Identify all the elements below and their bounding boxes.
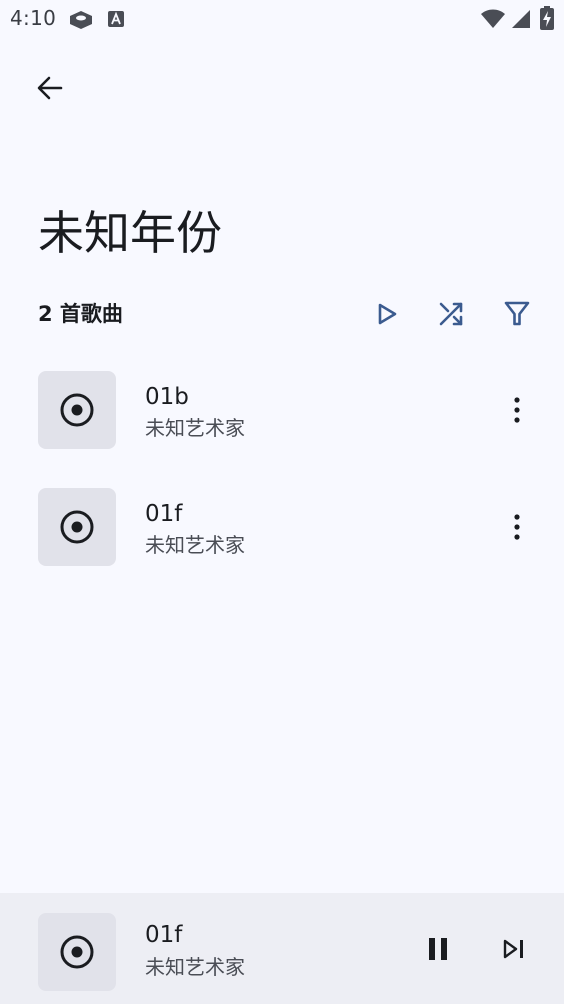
notification-box-icon — [68, 9, 94, 35]
song-count: 2 首歌曲 — [38, 302, 123, 326]
more-vert-icon — [513, 397, 521, 423]
shuffle-button[interactable] — [427, 290, 475, 338]
keyboard-a-icon — [107, 10, 125, 32]
back-button[interactable] — [26, 64, 74, 112]
play-icon — [375, 302, 399, 326]
song-title: 01f — [145, 501, 183, 527]
more-options-button[interactable] — [493, 503, 541, 551]
skip-next-icon — [502, 938, 526, 960]
signal-icon — [510, 8, 532, 34]
page-title: 未知年份 — [38, 206, 222, 260]
song-artist: 未知艺术家 — [145, 533, 245, 557]
arrow-back-icon — [36, 74, 64, 102]
disc-icon — [59, 392, 95, 428]
disc-icon — [59, 934, 95, 970]
play-all-button[interactable] — [363, 290, 411, 338]
skip-next-button[interactable] — [490, 925, 538, 973]
shuffle-icon — [437, 300, 465, 328]
more-options-button[interactable] — [493, 386, 541, 434]
filter-icon — [503, 300, 531, 328]
now-playing-artist: 未知艺术家 — [145, 955, 245, 979]
now-playing-title: 01f — [145, 922, 183, 948]
status-time: 4:10 — [10, 6, 57, 30]
pause-icon — [427, 937, 449, 961]
wifi-icon — [480, 8, 506, 34]
list-item[interactable]: 01b 未知艺术家 — [0, 362, 564, 458]
song-title: 01b — [145, 384, 189, 410]
pause-button[interactable] — [414, 925, 462, 973]
album-art — [38, 913, 116, 991]
disc-icon — [59, 509, 95, 545]
status-bar: 4:10 — [0, 0, 564, 38]
album-art — [38, 488, 116, 566]
battery-charging-icon — [540, 6, 554, 34]
more-vert-icon — [513, 514, 521, 540]
song-artist: 未知艺术家 — [145, 416, 245, 440]
list-item[interactable]: 01f 未知艺术家 — [0, 479, 564, 575]
mini-player[interactable]: 01f 未知艺术家 — [0, 893, 564, 1004]
album-art — [38, 371, 116, 449]
filter-button[interactable] — [493, 290, 541, 338]
